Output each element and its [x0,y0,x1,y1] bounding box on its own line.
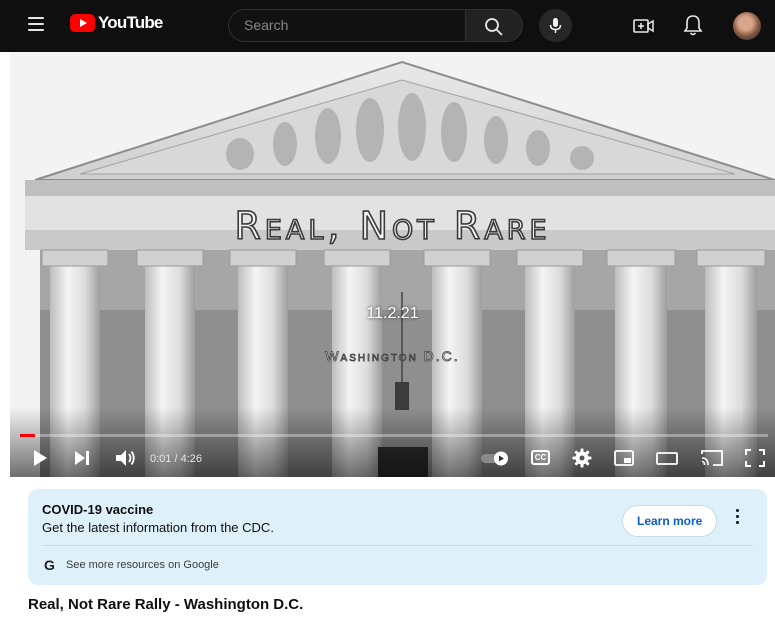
progress-played [20,434,35,437]
create-button[interactable] [632,14,656,38]
notifications-button[interactable] [682,13,704,37]
miniplayer-icon[interactable] [614,450,634,466]
progress-bar[interactable] [20,434,768,437]
next-icon[interactable] [73,449,91,467]
covid-info-panel: COVID-19 vaccine Get the latest informat… [28,489,767,585]
menu-icon[interactable] [28,17,44,31]
info-panel-subtitle: Get the latest information from the CDC. [42,520,274,535]
play-icon[interactable] [32,449,48,467]
learn-more-button[interactable]: Learn more [622,505,718,537]
bell-icon [683,15,703,36]
cast-icon[interactable] [701,449,723,467]
time-display: 0:01 / 4:26 [150,453,202,465]
video-overlay-location: Washington D.C. [325,348,460,365]
search-input[interactable]: Search [228,9,465,42]
youtube-play-logo-icon [70,14,95,32]
autoplay-toggle[interactable] [480,449,512,467]
avatar[interactable] [733,12,761,40]
create-video-icon [633,19,654,33]
search-button[interactable] [465,9,523,42]
more-resources-link[interactable]: See more resources on Google [66,559,219,571]
more-options-icon[interactable] [732,509,742,531]
top-bar: YouTube Search [0,0,775,52]
search-icon [485,18,503,36]
info-panel-title: COVID-19 vaccine [42,502,154,517]
video-overlay-title: Real, Not Rare [234,203,551,249]
video-overlay-date: 11.2.21 [366,305,419,322]
google-icon: G [44,557,55,573]
voice-search-button[interactable] [539,9,572,42]
logo-text: YouTube [98,13,163,32]
settings-icon[interactable] [572,448,592,468]
video-title: Real, Not Rare Rally - Washington D.C. [28,596,304,613]
theater-icon[interactable] [656,452,678,465]
fullscreen-icon[interactable] [745,449,765,467]
mic-icon [549,18,562,33]
volume-icon[interactable] [115,448,137,468]
info-panel-divider [42,545,753,546]
video-player[interactable]: Real, Not Rare 11.2.21 Washington D.C. 0… [10,52,775,477]
captions-icon[interactable]: CC [531,450,550,465]
youtube-logo[interactable]: YouTube [70,13,163,33]
